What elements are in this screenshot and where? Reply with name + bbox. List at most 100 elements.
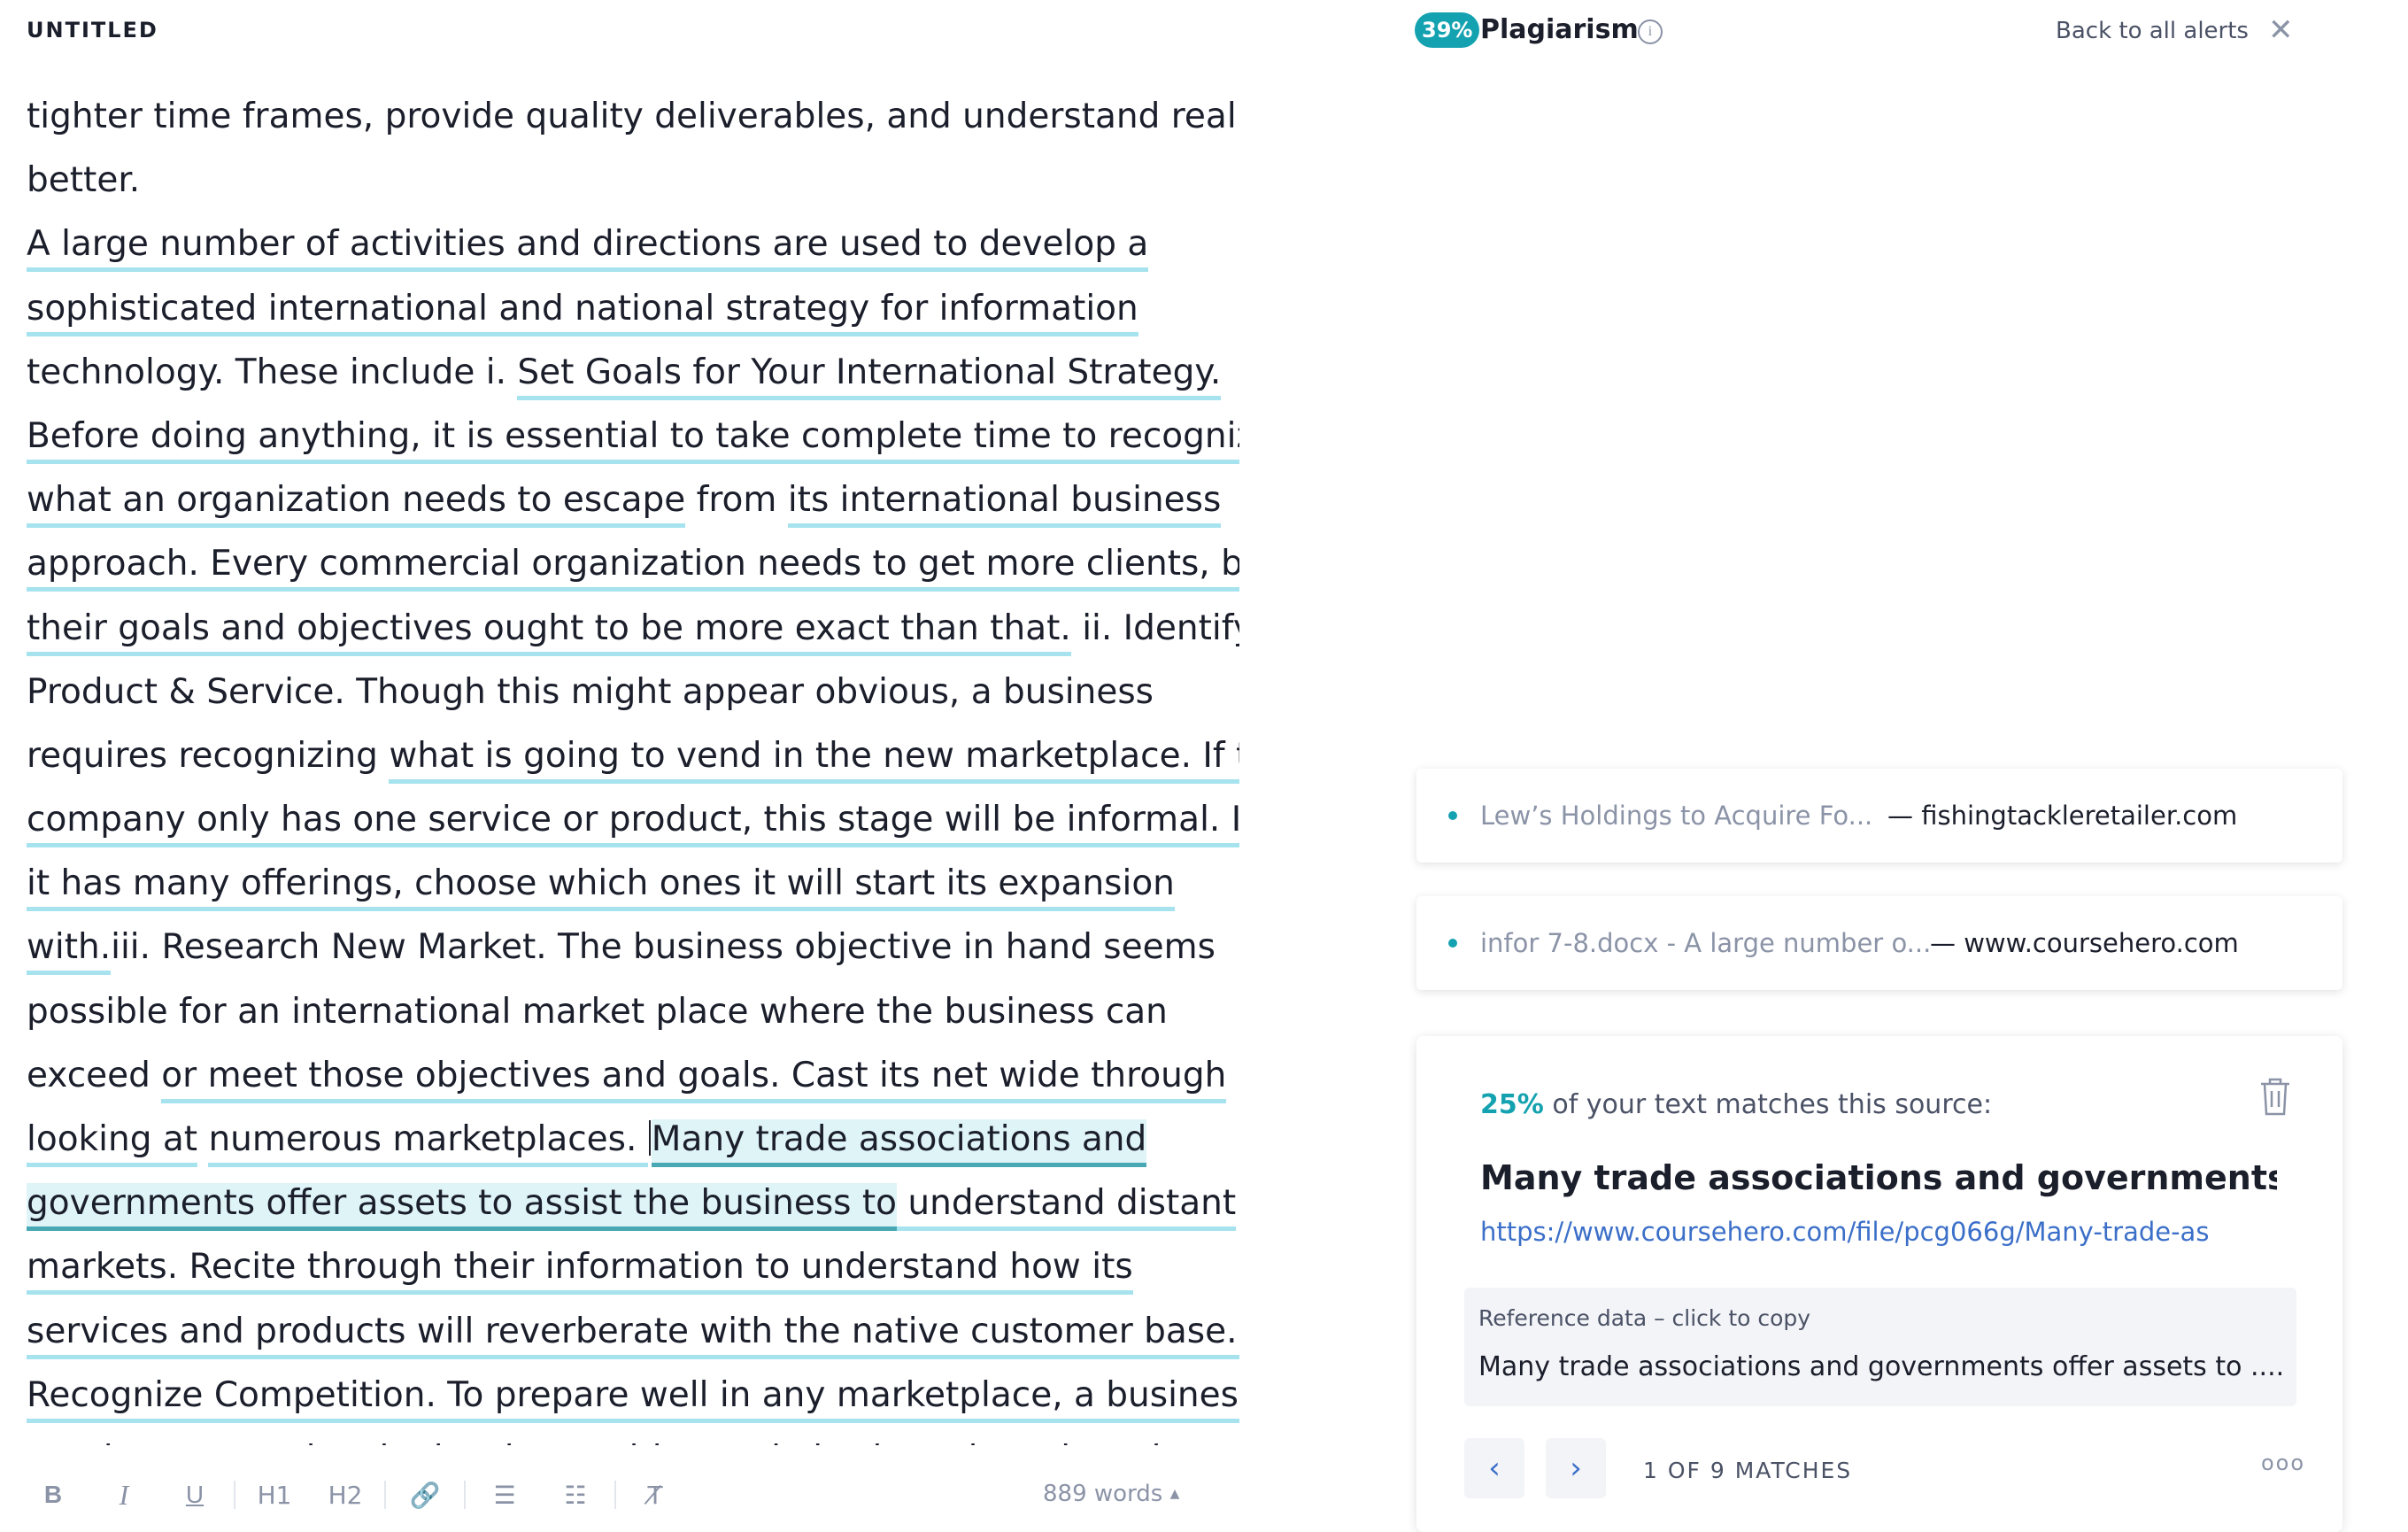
link-icon[interactable]: 🔗: [390, 1481, 460, 1510]
trash-icon[interactable]: [2258, 1077, 2293, 1118]
text-line[interactable]: exceed or meet those objectives and goal…: [27, 1044, 1239, 1108]
underlined-match[interactable]: approach. Every commercial organization …: [27, 544, 1239, 592]
prev-match-button[interactable]: ‹: [1464, 1438, 1524, 1498]
reference-label: Reference data – click to copy: [1478, 1305, 1811, 1331]
match-detail-card: 25% of your text matches this source: Ma…: [1416, 1036, 2342, 1532]
text-segment: needs to recognize the local opposition …: [27, 1439, 1194, 1445]
bold-button[interactable]: B: [18, 1481, 89, 1509]
highlighted-match[interactable]: Many trade associations and: [651, 1119, 1147, 1167]
underlined-match[interactable]: what an organization needs to escape: [27, 480, 686, 529]
text-line[interactable]: governments offer assets to assist the b…: [27, 1172, 1239, 1235]
text-line[interactable]: looking at numerous marketplaces. Many t…: [27, 1108, 1239, 1172]
text-line[interactable]: sophisticated international and national…: [27, 277, 1239, 341]
text-line[interactable]: services and products will reverberate w…: [27, 1300, 1239, 1364]
underlined-match[interactable]: A large number of activities and directi…: [27, 224, 1149, 273]
source-name: Lew’s Holdings to Acquire Fo...: [1480, 801, 1873, 831]
more-options-icon[interactable]: ooo: [2261, 1451, 2305, 1475]
source-bullet-icon: [1448, 811, 1457, 820]
text-segment: better.: [27, 160, 141, 201]
text-line[interactable]: A large number of activities and directi…: [27, 213, 1239, 276]
text-segment: technology. These include i.: [27, 352, 518, 392]
text-segment: from: [685, 480, 788, 521]
source-domain: — fishingtackleretailer.com: [1887, 801, 2238, 831]
reference-text: Many trade associations and governments …: [1478, 1351, 2284, 1382]
toolbar-divider: [234, 1481, 235, 1509]
text-segment: possible for an international market pla…: [27, 991, 1168, 1032]
chevron-up-icon: ▲: [1169, 1487, 1180, 1501]
source-card[interactable]: Lew’s Holdings to Acquire Fo... — fishin…: [1416, 769, 2342, 863]
text-caret[interactable]: [648, 1120, 651, 1156]
source-card[interactable]: infor 7-8.docx - A large number o... — w…: [1416, 896, 2342, 990]
text-line[interactable]: it has many offerings, choose which ones…: [27, 852, 1239, 916]
underlined-match[interactable]: sophisticated international and national…: [27, 288, 1138, 337]
underlined-match[interactable]: what is going to vend in the new marketp…: [389, 735, 1239, 784]
text-line[interactable]: Product & Service. Though this might app…: [27, 661, 1239, 724]
plagiarism-score-badge: 39%: [1415, 12, 1480, 48]
underlined-match[interactable]: Set Goals for Your International Strateg…: [517, 352, 1222, 400]
word-count-button[interactable]: 889 words ▲: [1043, 1481, 1179, 1507]
underlined-match[interactable]: it has many offerings, choose which ones…: [27, 863, 1175, 912]
text-line[interactable]: needs to recognize the local opposition …: [27, 1428, 1239, 1445]
back-to-alerts-link[interactable]: Back to all alerts: [2056, 18, 2249, 44]
underlined-match[interactable]: or meet those objectives and goals. Cast…: [161, 1055, 1227, 1103]
text-line[interactable]: markets. Recite through their informatio…: [27, 1235, 1239, 1299]
text-segment: exceed: [27, 1055, 162, 1095]
next-match-button[interactable]: ›: [1546, 1438, 1606, 1498]
underlined-match[interactable]: numerous marketplaces.: [208, 1119, 648, 1167]
text-line[interactable]: Recognize Competition. To prepare well i…: [27, 1364, 1239, 1428]
text-line[interactable]: company only has one service or product,…: [27, 788, 1239, 852]
reference-copy-box[interactable]: Reference data – click to copy Many trad…: [1464, 1288, 2296, 1406]
text-line[interactable]: their goals and objectives ought to be m…: [27, 597, 1239, 661]
underlined-match[interactable]: Recognize Competition. To prepare well i…: [27, 1374, 1239, 1423]
underlined-match[interactable]: understand distant: [897, 1183, 1237, 1232]
text-line[interactable]: with.iii. Research New Market. The busin…: [27, 916, 1239, 979]
underline-button[interactable]: U: [159, 1481, 230, 1509]
text-segment: Product & Service. Though this might app…: [27, 671, 1154, 712]
heading2-button[interactable]: H2: [310, 1481, 381, 1510]
text-line[interactable]: what an organization needs to escape fro…: [27, 468, 1239, 532]
chevron-right-icon: ›: [1570, 1451, 1582, 1486]
underlined-match[interactable]: services and products will reverberate w…: [27, 1311, 1239, 1359]
source-url-link[interactable]: https://www.coursehero.com/file/pcg066g/…: [1480, 1217, 2277, 1247]
source-bullet-icon: [1448, 939, 1457, 948]
text-line[interactable]: requires recognizing what is going to ve…: [27, 724, 1239, 788]
underlined-match[interactable]: their goals and objectives ought to be m…: [27, 607, 1071, 656]
bullet-list-icon[interactable]: ☷: [540, 1481, 611, 1510]
toolbar-divider: [384, 1481, 386, 1509]
ordered-list-icon[interactable]: ☰: [469, 1481, 540, 1510]
text-line[interactable]: technology. These include i. Set Goals f…: [27, 341, 1239, 405]
underlined-match[interactable]: company only has one service or product,…: [27, 800, 1239, 848]
underlined-match[interactable]: markets. Recite through their informatio…: [27, 1247, 1133, 1296]
close-icon[interactable]: ✕: [2268, 12, 2294, 48]
clear-format-icon[interactable]: T̸: [620, 1481, 691, 1510]
text-line[interactable]: Before doing anything, it is essential t…: [27, 405, 1239, 468]
text-segment: requires recognizing: [27, 735, 390, 776]
editor-content[interactable]: tighter time frames, provide quality del…: [27, 85, 1239, 1445]
highlighted-match[interactable]: governments offer assets to assist the b…: [27, 1183, 898, 1232]
text-segment: tighter time frames, provide quality del…: [27, 97, 1239, 136]
format-toolbar: B I U H1 H2 🔗 ☰ ☷ T̸: [18, 1470, 691, 1520]
toolbar-divider: [464, 1481, 466, 1509]
text-line[interactable]: approach. Every commercial organization …: [27, 532, 1239, 596]
heading1-button[interactable]: H1: [239, 1481, 310, 1510]
text-segment: iii. Research New Market. The business o…: [111, 927, 1216, 968]
panel-title: Plagiarism: [1480, 14, 1639, 45]
underlined-match[interactable]: looking at: [27, 1119, 198, 1167]
text-editor[interactable]: tighter time frames, provide quality del…: [27, 85, 1239, 1445]
info-icon[interactable]: i: [1638, 19, 1663, 44]
italic-button[interactable]: I: [89, 1479, 159, 1512]
underlined-match[interactable]: its international business: [787, 480, 1222, 529]
underlined-match[interactable]: Before doing anything, it is essential t…: [27, 415, 1239, 464]
text-line[interactable]: tighter time frames, provide quality del…: [27, 85, 1239, 149]
text-line[interactable]: possible for an international market pla…: [27, 980, 1239, 1044]
match-percent-text: 25% of your text matches this source:: [1480, 1089, 1993, 1120]
document-title: UNTITLED: [27, 18, 158, 43]
match-heading: Many trade associations and governments …: [1480, 1158, 2277, 1197]
word-count: 889 words: [1043, 1481, 1163, 1507]
text-segment: [197, 1119, 208, 1159]
match-counter: 1 OF 9 MATCHES: [1643, 1458, 1853, 1483]
text-segment: ii. Identify: [1070, 607, 1239, 648]
text-line[interactable]: better.: [27, 149, 1239, 213]
source-domain: — www.coursehero.com: [1930, 928, 2239, 958]
underlined-match[interactable]: with.: [27, 927, 112, 976]
